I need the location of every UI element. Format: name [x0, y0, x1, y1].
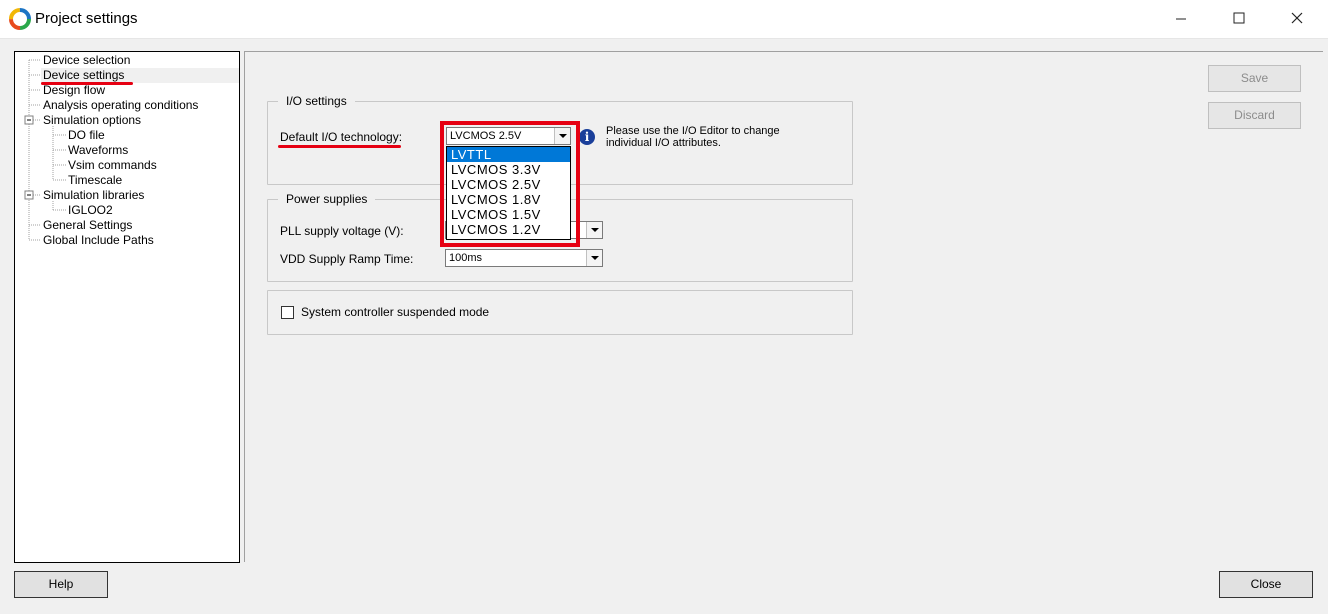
tree-item-simulation-libraries[interactable]: Simulation libraries — [43, 188, 144, 203]
app-logo-icon — [9, 8, 31, 30]
info-text-line2: individual I/O attributes. — [606, 137, 721, 149]
annotation-underline-io — [278, 145, 401, 148]
window-title: Project settings — [35, 10, 138, 27]
settings-tree[interactable]: Device selection Device settings Design … — [14, 51, 240, 563]
close-icon — [1291, 12, 1303, 24]
tree-item-simulation-options[interactable]: Simulation options — [43, 113, 141, 128]
info-icon: i — [579, 129, 595, 145]
vdd-ramp-value: 100ms — [449, 252, 483, 264]
tree-item-timescale[interactable]: Timescale — [68, 173, 122, 188]
tree-item-do-file[interactable]: DO file — [68, 128, 105, 143]
collapse-toggle-simulation-options — [24, 115, 34, 125]
maximize-button[interactable] — [1210, 0, 1268, 38]
tree-item-analysis-operating-conditions[interactable]: Analysis operating conditions — [43, 98, 198, 113]
minimize-icon — [1176, 18, 1186, 20]
chevron-down-icon[interactable] — [586, 222, 602, 238]
minimize-button[interactable] — [1152, 0, 1210, 38]
power-supplies-legend: Power supplies — [278, 192, 376, 206]
info-text-line1: Please use the I/O Editor to change — [606, 125, 780, 137]
collapse-toggle-simulation-libraries — [24, 190, 34, 200]
close-button[interactable]: Close — [1219, 571, 1313, 598]
tree-item-device-settings[interactable]: Device settings — [41, 68, 239, 83]
tree-item-general-settings[interactable]: General Settings — [43, 218, 132, 233]
help-button[interactable]: Help — [14, 571, 108, 598]
system-controller-label: System controller suspended mode — [301, 305, 490, 319]
tree-item-design-flow[interactable]: Design flow — [43, 83, 105, 98]
tree-item-device-selection[interactable]: Device selection — [43, 53, 130, 68]
tree-item-vsim-commands[interactable]: Vsim commands — [68, 158, 157, 173]
save-button[interactable]: Save — [1208, 65, 1301, 92]
io-settings-legend: I/O settings — [278, 94, 355, 108]
annotation-highlight-box — [440, 121, 580, 247]
tree-item-global-include-paths[interactable]: Global Include Paths — [43, 233, 154, 248]
title-bar: Project settings — [0, 0, 1328, 39]
default-io-label: Default I/O technology: — [280, 130, 403, 144]
vdd-ramp-label: VDD Supply Ramp Time: — [280, 252, 414, 266]
system-controller-checkbox[interactable] — [281, 306, 294, 319]
vdd-ramp-select[interactable]: 100ms — [445, 249, 603, 267]
settings-content: I/O settings Default I/O technology: LVC… — [244, 51, 1323, 562]
maximize-icon — [1233, 12, 1245, 24]
close-window-button[interactable] — [1268, 0, 1326, 38]
discard-button[interactable]: Discard — [1208, 102, 1301, 129]
tree-item-waveforms[interactable]: Waveforms — [68, 143, 128, 158]
tree-item-igloo2[interactable]: IGLOO2 — [68, 203, 113, 218]
chevron-down-icon[interactable] — [586, 250, 602, 266]
pll-voltage-label: PLL supply voltage (V): — [280, 224, 404, 238]
